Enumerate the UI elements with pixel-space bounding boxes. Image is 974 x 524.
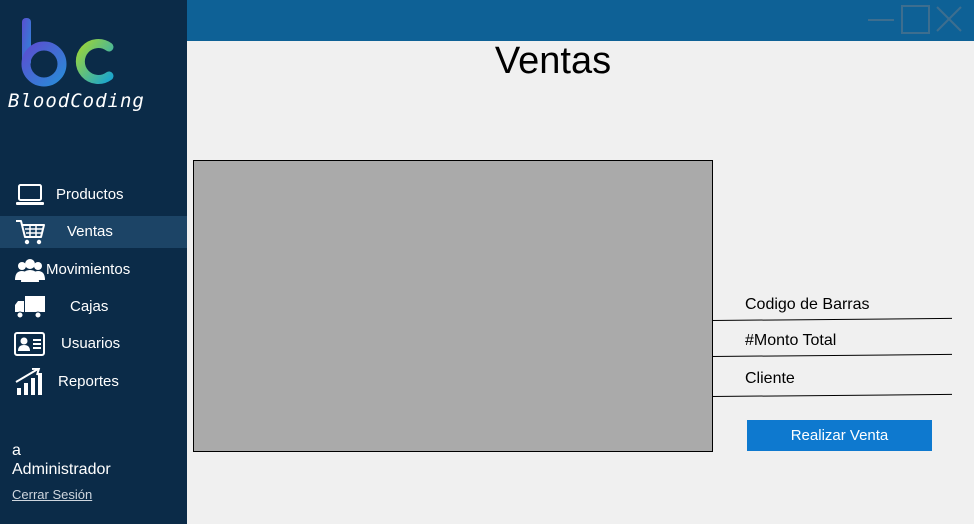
window-titlebar[interactable] <box>187 0 974 41</box>
shopping-cart-icon <box>16 220 45 245</box>
user-role: Administrador <box>12 461 111 478</box>
submit-sale-button[interactable]: Realizar Venta <box>747 420 932 451</box>
sidebar-item-label: Reportes <box>58 373 119 390</box>
sidebar: BloodCoding Productos Ventas Movimientos… <box>0 0 187 524</box>
client-field-label: Cliente <box>745 370 795 387</box>
sidebar-item-label: Movimientos <box>46 261 131 278</box>
maximize-icon[interactable] <box>900 4 930 34</box>
sidebar-item-reportes[interactable]: Reportes <box>0 366 187 398</box>
sidebar-item-label: Ventas <box>67 223 113 240</box>
total-amount-field[interactable] <box>711 353 952 357</box>
user-name: a <box>12 442 21 459</box>
close-icon[interactable] <box>934 4 964 34</box>
id-card-icon <box>14 332 45 356</box>
sidebar-item-label: Cajas <box>70 298 109 315</box>
total-amount-field-label: #Monto Total <box>745 332 837 349</box>
users-group-icon <box>15 259 45 282</box>
sidebar-item-label: Usuarios <box>61 335 121 352</box>
minimize-icon[interactable] <box>866 4 896 34</box>
sidebar-item-cajas[interactable]: Cajas <box>0 291 187 323</box>
laptop-icon <box>16 184 44 205</box>
barcode-field[interactable] <box>711 317 952 321</box>
page-title: Ventas <box>494 40 612 82</box>
brand-name: BloodCoding <box>8 90 145 112</box>
barcode-field-label: Codigo de Barras <box>745 296 870 313</box>
sidebar-item-movimientos[interactable]: Movimientos <box>0 254 187 286</box>
bar-chart-up-icon <box>15 368 42 395</box>
sidebar-item-usuarios[interactable]: Usuarios <box>0 328 187 360</box>
sales-data-grid[interactable] <box>193 160 713 452</box>
logout-link[interactable]: Cerrar Sesión <box>12 487 92 502</box>
sidebar-item-productos[interactable]: Productos <box>0 179 187 211</box>
sidebar-item-ventas[interactable]: Ventas <box>0 216 187 248</box>
client-field[interactable] <box>711 393 952 397</box>
delivery-truck-icon <box>15 296 45 319</box>
sidebar-item-label: Productos <box>56 186 124 203</box>
